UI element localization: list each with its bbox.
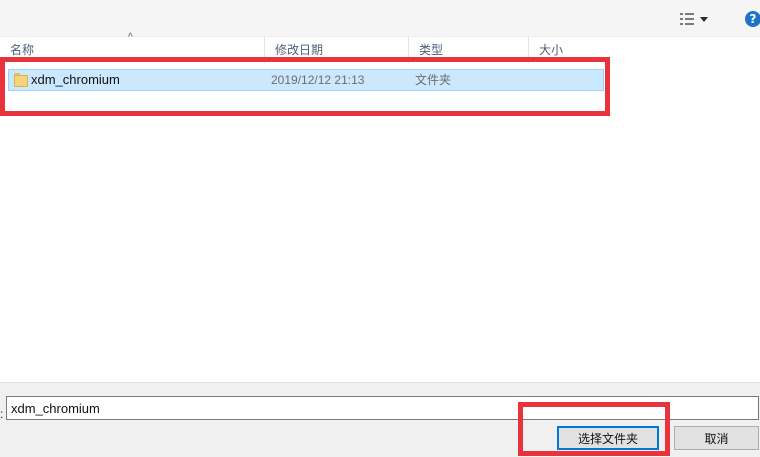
chevron-down-icon[interactable]	[700, 16, 708, 22]
column-header-row: 名称 ^ 修改日期 类型 大小	[0, 32, 608, 63]
column-header-label: 大小	[539, 43, 564, 57]
column-header-label: 名称	[10, 43, 35, 57]
cancel-label: 取消	[704, 431, 729, 446]
column-header-size[interactable]: 大小	[529, 37, 608, 63]
column-header-type[interactable]: 类型	[409, 37, 529, 63]
folder-icon	[14, 73, 28, 87]
sort-ascending-icon: ^	[128, 32, 133, 43]
file-modified-date: 2019/12/12 21:13	[271, 73, 365, 87]
details-view-icon	[680, 13, 694, 25]
select-folder-label: 选择文件夹	[577, 431, 638, 446]
file-name: xdm_chromium	[31, 72, 120, 87]
filename-label: :	[0, 407, 4, 421]
help-button[interactable]: ?	[745, 11, 760, 27]
bottom-panel: : 选择文件夹 取消	[0, 382, 760, 457]
help-icon: ?	[749, 12, 757, 26]
column-header-name[interactable]: 名称 ^	[0, 32, 265, 63]
filename-input[interactable]	[6, 396, 759, 420]
column-header-label: 类型	[419, 43, 444, 57]
view-options-button[interactable]	[680, 10, 720, 28]
column-header-date[interactable]: 修改日期	[265, 37, 409, 63]
file-row-xdm-chromium[interactable]: xdm_chromium 2019/12/12 21:13 文件夹	[8, 69, 604, 91]
cancel-button[interactable]: 取消	[674, 426, 759, 450]
column-header-label: 修改日期	[275, 43, 324, 57]
select-folder-button[interactable]: 选择文件夹	[557, 426, 659, 450]
toolbar: ?	[0, 0, 760, 37]
file-type: 文件夹	[415, 73, 452, 87]
